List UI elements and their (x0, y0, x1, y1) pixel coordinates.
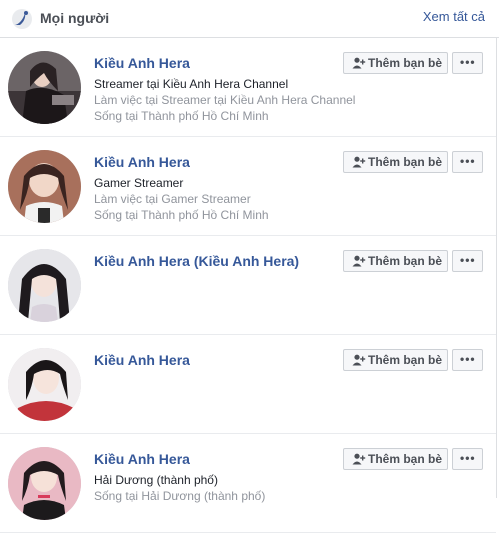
people-wave-icon (11, 8, 33, 30)
list-item: Kiều Anh Hera Gamer Streamer Làm việc tạ… (0, 137, 496, 236)
more-options-button[interactable]: ••• (452, 448, 483, 470)
add-friend-label: Thêm bạn bè (368, 353, 443, 367)
list-item: Kiều Anh Hera Thêm bạn bè ••• (0, 335, 496, 434)
person-name[interactable]: Kiều Anh Hera (94, 55, 190, 71)
people-section-title: Mọi người (40, 10, 110, 26)
add-friend-button[interactable]: Thêm bạn bè (343, 349, 448, 371)
add-friend-button[interactable]: Thêm bạn bè (343, 52, 448, 74)
avatar[interactable] (8, 348, 81, 421)
people-list: Kiều Anh Hera Streamer tại Kiều Anh Hera… (0, 38, 496, 533)
panel-right-divider (496, 38, 497, 498)
person-detail-line3: Sống tại Thành phố Hồ Chí Minh (94, 109, 269, 123)
add-friend-label: Thêm bạn bè (368, 155, 443, 169)
add-friend-icon (352, 156, 366, 168)
list-item: Kiều Anh Hera (Kiều Anh Hera) Thêm bạn b… (0, 236, 496, 335)
person-name[interactable]: Kiều Anh Hera (94, 352, 190, 368)
more-options-button[interactable]: ••• (452, 52, 483, 74)
person-detail-line2: Làm việc tại Gamer Streamer (94, 192, 251, 206)
person-detail-line1: Gamer Streamer (94, 176, 184, 190)
more-options-button[interactable]: ••• (452, 151, 483, 173)
add-friend-button[interactable]: Thêm bạn bè (343, 448, 448, 470)
add-friend-icon (352, 255, 366, 267)
avatar[interactable] (8, 447, 81, 520)
person-name[interactable]: Kiều Anh Hera (94, 154, 190, 170)
add-friend-button[interactable]: Thêm bạn bè (343, 250, 448, 272)
add-friend-icon (352, 354, 366, 366)
person-name[interactable]: Kiều Anh Hera (Kiều Anh Hera) (94, 253, 299, 269)
list-item: Kiều Anh Hera Hải Dương (thành phố) Sống… (0, 434, 496, 533)
add-friend-label: Thêm bạn bè (368, 56, 443, 70)
more-options-button[interactable]: ••• (452, 250, 483, 272)
person-name[interactable]: Kiều Anh Hera (94, 451, 190, 467)
avatar[interactable] (8, 150, 81, 223)
more-icon: ••• (460, 352, 476, 366)
more-icon: ••• (460, 253, 476, 267)
person-detail-line3: Sống tại Thành phố Hồ Chí Minh (94, 208, 269, 222)
person-detail-line1: Hải Dương (thành phố) (94, 473, 218, 487)
add-friend-label: Thêm bạn bè (368, 254, 443, 268)
more-options-button[interactable]: ••• (452, 349, 483, 371)
more-icon: ••• (460, 55, 476, 69)
avatar[interactable] (8, 51, 81, 124)
avatar[interactable] (8, 249, 81, 322)
people-header: Mọi người Xem tất cả (0, 0, 499, 38)
list-item: Kiều Anh Hera Streamer tại Kiều Anh Hera… (0, 38, 496, 137)
see-all-link[interactable]: Xem tất cả (423, 9, 485, 24)
more-icon: ••• (460, 154, 476, 168)
add-friend-icon (352, 453, 366, 465)
person-detail-line2: Sống tại Hải Dương (thành phố) (94, 489, 266, 503)
add-friend-button[interactable]: Thêm bạn bè (343, 151, 448, 173)
person-detail-line1: Streamer tại Kiều Anh Hera Channel (94, 77, 289, 91)
more-icon: ••• (460, 451, 476, 465)
people-panel: Mọi người Xem tất cả Kiều Anh Hera Strea… (0, 0, 499, 539)
add-friend-icon (352, 57, 366, 69)
person-detail-line2: Làm việc tại Streamer tại Kiều Anh Hera … (94, 93, 356, 107)
add-friend-label: Thêm bạn bè (368, 452, 443, 466)
